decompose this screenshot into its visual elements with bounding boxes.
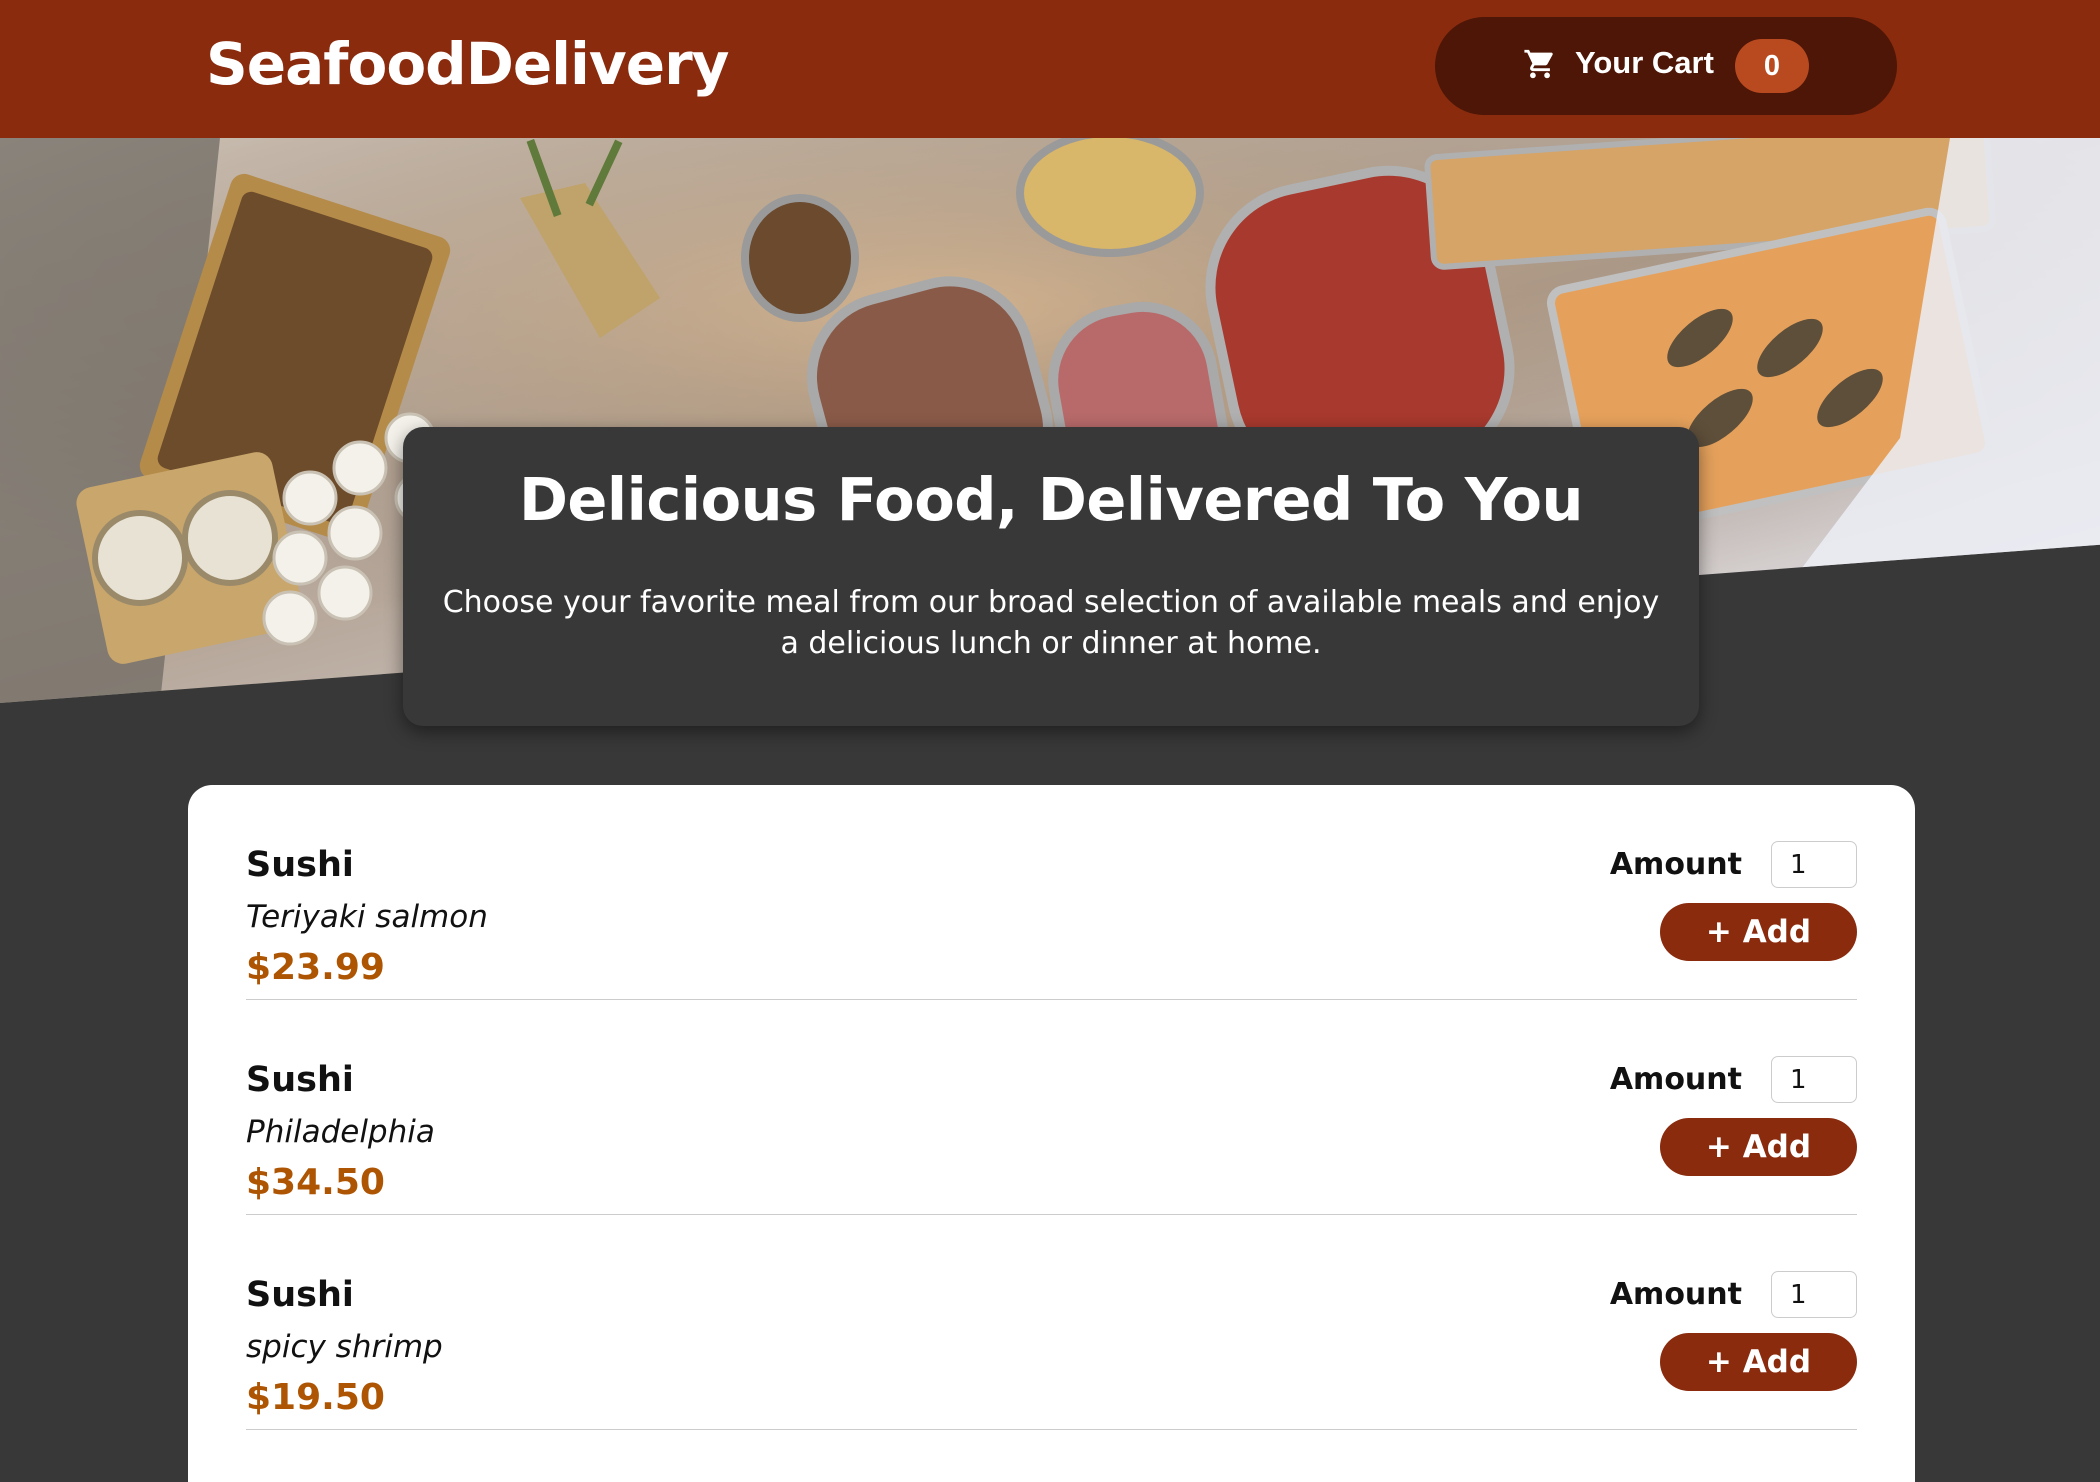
meal-item: Sushi Teriyaki salmon $23.99 Amount + Ad… <box>246 785 1857 1000</box>
amount-input[interactable] <box>1771 1271 1857 1318</box>
add-button[interactable]: + Add <box>1660 1333 1857 1391</box>
intro-card: Delicious Food, Delivered To You Choose … <box>403 427 1699 726</box>
amount-input[interactable] <box>1771 841 1857 888</box>
intro-title: Delicious Food, Delivered To You <box>518 465 1584 534</box>
amount-label: Amount <box>1609 1277 1742 1312</box>
cart-count-badge: 0 <box>1735 39 1809 93</box>
meal-price: $34.50 <box>246 1162 385 1203</box>
meal-description: spicy shrimp <box>246 1329 443 1365</box>
meal-item: Sushi spicy shrimp $19.50 Amount + Add <box>246 1215 1857 1430</box>
meal-item: Sushi Philadelphia $34.50 Amount + Add <box>246 1000 1857 1215</box>
cart-label: Your Cart <box>1575 45 1714 80</box>
intro-text: Choose your favorite meal from our broad… <box>442 585 1660 661</box>
header: SeafoodDelivery Your Cart 0 <box>0 0 2100 138</box>
meal-name: Sushi <box>246 1060 354 1100</box>
cart-icon <box>1523 47 1557 81</box>
meal-name: Sushi <box>246 1275 354 1315</box>
add-button[interactable]: + Add <box>1660 1118 1857 1176</box>
meal-price: $19.50 <box>246 1377 385 1418</box>
page: SeafoodDelivery Your Cart 0 Delicious Fo… <box>0 0 2100 1482</box>
meal-name: Sushi <box>246 845 354 885</box>
meals-list: Sushi Teriyaki salmon $23.99 Amount + Ad… <box>188 785 1915 1482</box>
meal-description: Philadelphia <box>246 1114 435 1150</box>
brand-title: SeafoodDelivery <box>206 30 729 98</box>
cart-button[interactable]: Your Cart 0 <box>1435 17 1897 115</box>
amount-label: Amount <box>1609 1062 1742 1097</box>
add-button[interactable]: + Add <box>1660 903 1857 961</box>
meal-price: $23.99 <box>246 947 385 988</box>
amount-label: Amount <box>1609 847 1742 882</box>
meal-description: Teriyaki salmon <box>246 899 488 935</box>
amount-input[interactable] <box>1771 1056 1857 1103</box>
